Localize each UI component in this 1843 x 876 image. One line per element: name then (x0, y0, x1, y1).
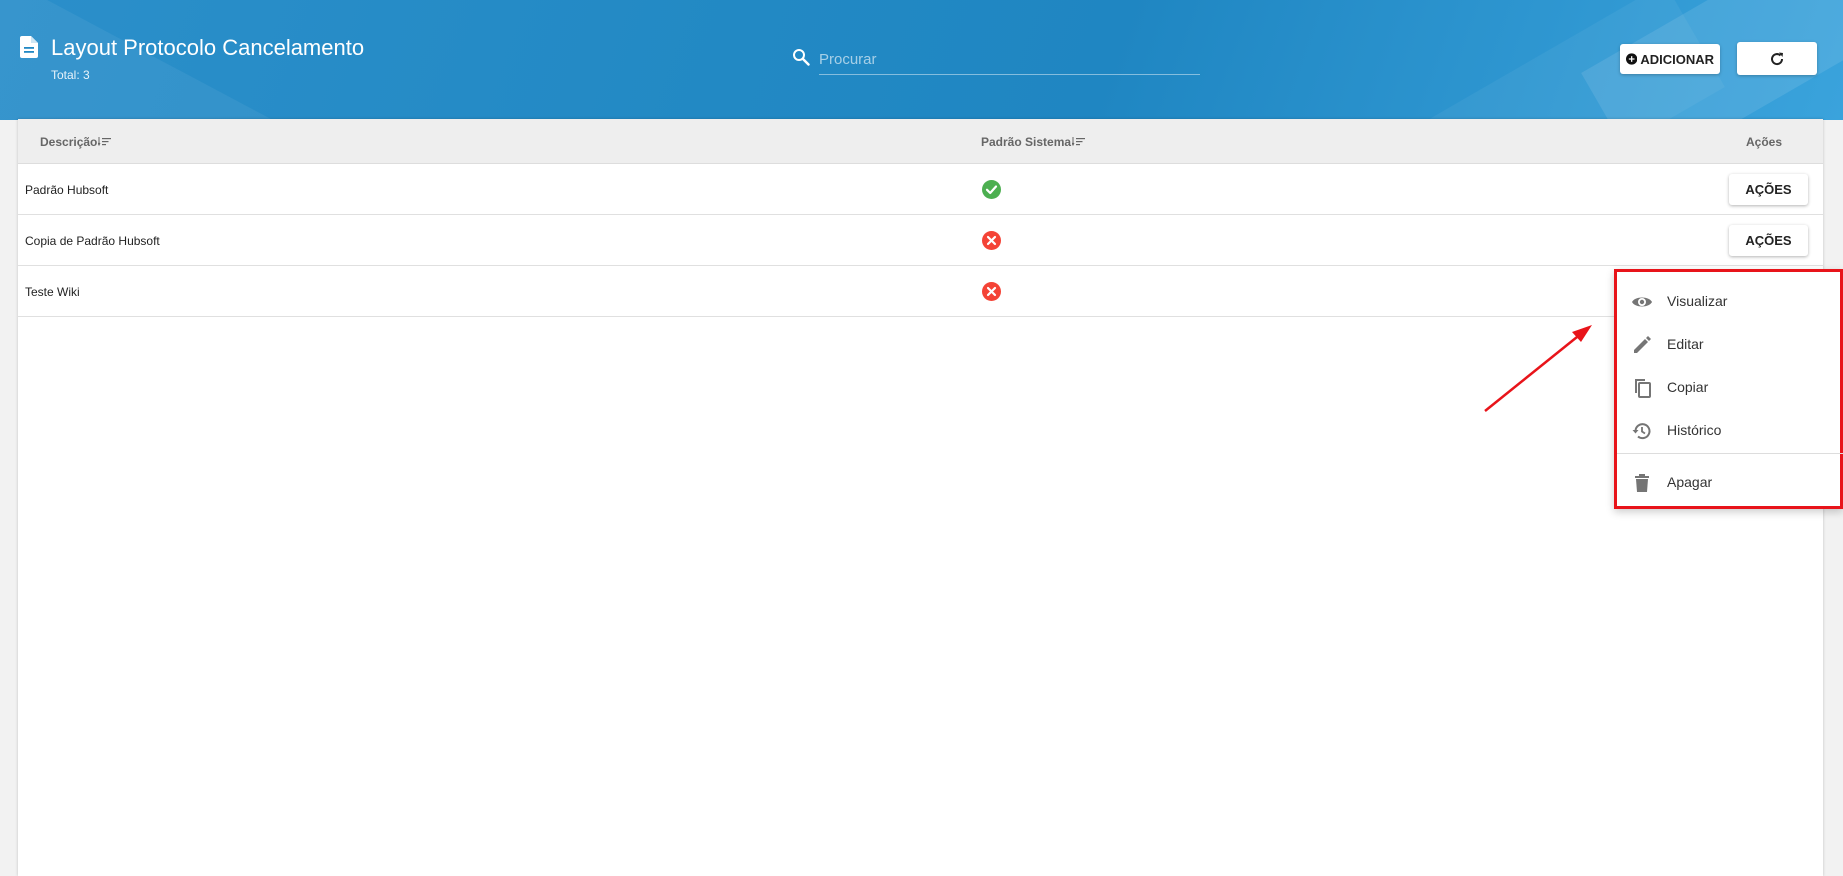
search-icon (793, 49, 810, 66)
add-button[interactable]: ADICIONAR (1620, 44, 1720, 74)
search-bar (792, 45, 1200, 77)
actions-menu: Visualizar Editar Copiar Histórico Apaga… (1614, 269, 1843, 509)
cancel-circle-icon (982, 282, 1001, 301)
history-icon (1632, 423, 1651, 440)
eye-icon (1632, 297, 1652, 307)
table-row[interactable]: Copia de Padrão Hubsoft AÇÕES (18, 215, 1823, 266)
search-input[interactable] (819, 45, 1200, 75)
cell-descricao: Teste Wiki (25, 285, 80, 299)
table-row[interactable]: Teste Wiki (18, 266, 1823, 317)
sort-icon (1072, 137, 1086, 147)
menu-item-apagar[interactable]: Apagar (1617, 462, 1843, 502)
copy-icon (1635, 379, 1651, 398)
menu-item-historico[interactable]: Histórico (1617, 410, 1843, 450)
cell-descricao: Copia de Padrão Hubsoft (25, 234, 160, 248)
acoes-button[interactable]: AÇÕES (1729, 174, 1808, 205)
menu-item-editar[interactable]: Editar (1617, 324, 1843, 364)
cancel-circle-icon (982, 231, 1001, 250)
acoes-button[interactable]: AÇÕES (1729, 225, 1808, 256)
menu-item-visualizar[interactable]: Visualizar (1617, 281, 1843, 321)
pencil-icon (1634, 336, 1651, 353)
table-row[interactable]: Padrão Hubsoft AÇÕES (18, 164, 1823, 215)
page-title: Layout Protocolo Cancelamento (51, 35, 365, 60)
menu-item-copiar[interactable]: Copiar (1617, 367, 1843, 407)
annotation-arrow (1484, 325, 1592, 412)
document-icon (20, 36, 38, 58)
add-button-label: ADICIONAR (1640, 51, 1714, 67)
cell-descricao: Padrão Hubsoft (25, 183, 109, 197)
column-header-acoes: Ações (1746, 135, 1783, 149)
table-header: Descrição Padrão Sistema Ações (18, 119, 1823, 164)
trash-icon (1635, 474, 1649, 492)
refresh-button[interactable] (1737, 42, 1817, 75)
add-circle-icon (1626, 53, 1638, 65)
sort-icon (98, 137, 112, 147)
menu-divider (1617, 453, 1843, 454)
table-card: Descrição Padrão Sistema Ações Padrão Hu… (18, 119, 1823, 876)
column-header-padrao-sistema[interactable]: Padrão Sistema (981, 135, 1086, 149)
column-header-descricao[interactable]: Descrição (40, 135, 112, 149)
check-circle-icon (982, 180, 1001, 199)
refresh-icon (1771, 52, 1784, 65)
page-header: Layout Protocolo Cancelamento Total: 3 A… (0, 0, 1843, 120)
total-count: Total: 3 (51, 68, 90, 82)
